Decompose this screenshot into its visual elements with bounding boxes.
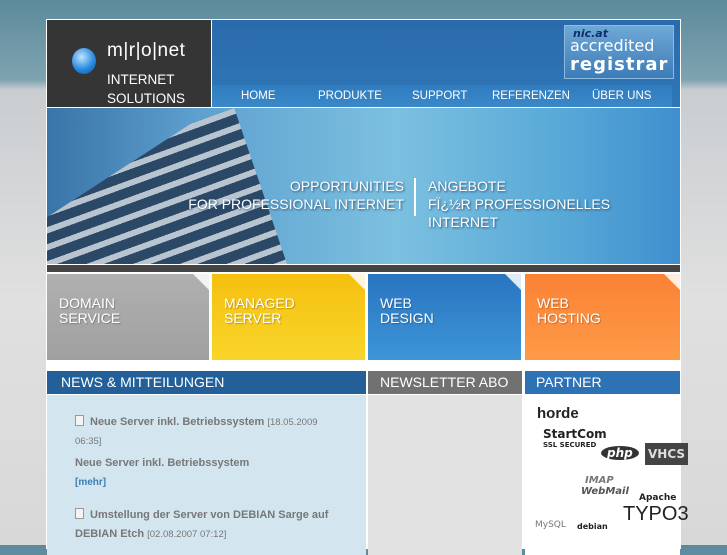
news-item: Neue Server inkl. Betriebssystem [18.05.… xyxy=(75,413,338,451)
nav-support[interactable]: SUPPORT xyxy=(412,85,467,107)
tagline-line2: SOLUTIONS xyxy=(107,91,186,106)
banner-de-line2: FÏ¿½R PROFESSIONELLES INTERNET xyxy=(428,196,611,230)
partner-header: PARTNER xyxy=(525,371,680,394)
banner-en-line1: OPPORTUNITIES xyxy=(289,178,404,194)
banner-de-line1: ANGEBOTE xyxy=(428,178,506,194)
hero-banner: OPPORTUNITIES FOR PROFESSIONAL INTERNET A… xyxy=(47,108,680,264)
news-date: [02.08.2007 07:12] xyxy=(147,529,227,540)
typo3-logo[interactable]: TYPO3 xyxy=(623,503,689,526)
service-managed-server[interactable]: MANAGED SERVER xyxy=(212,274,365,360)
php-logo[interactable]: php xyxy=(601,446,639,460)
news-item: Umstellung der Server von DEBIAN Sarge a… xyxy=(75,506,338,544)
banner-divider xyxy=(414,178,416,216)
imap-logo[interactable]: IMAP xyxy=(585,475,614,486)
service-label: SERVICE xyxy=(59,310,121,326)
document-icon xyxy=(75,415,84,426)
service-label: HOSTING xyxy=(537,310,601,326)
apache-logo[interactable]: Apache xyxy=(639,493,676,503)
badge-line1: accredited xyxy=(570,36,655,55)
globe-icon xyxy=(72,48,96,74)
service-label: SERVER xyxy=(224,310,282,326)
divider-bar xyxy=(47,265,680,272)
service-label: MANAGED xyxy=(224,295,295,311)
vhcs-logo[interactable]: VHCS xyxy=(645,443,689,465)
brand-name: m|r|o|net xyxy=(107,40,186,61)
service-web-design[interactable]: WEB DESIGN xyxy=(368,274,521,360)
service-label: WEB xyxy=(537,295,569,311)
startcom-logo[interactable]: StartCom xyxy=(543,427,607,441)
mysql-logo[interactable]: MySQL xyxy=(535,520,566,530)
service-label: DESIGN xyxy=(380,310,434,326)
service-domain[interactable]: DOMAIN SERVICE xyxy=(47,274,209,360)
page-container: m|r|o|net INTERNET SOLUTIONS nic.at accre… xyxy=(46,19,689,555)
document-icon xyxy=(75,508,84,519)
tagline-line1: INTERNET xyxy=(107,72,175,87)
debian-logo[interactable]: debian xyxy=(577,522,608,531)
news-more-link[interactable]: [mehr] xyxy=(75,477,106,488)
logo[interactable]: m|r|o|net INTERNET SOLUTIONS xyxy=(47,20,211,107)
nic-accredited-registrar-badge[interactable]: nic.at accredited registrar xyxy=(564,25,674,79)
nav-ueber-uns[interactable]: ÜBER UNS xyxy=(592,85,651,107)
service-label: DOMAIN xyxy=(59,295,115,311)
partner-logos: horde StartCom SSL SECURED php VHCS IMAP… xyxy=(525,395,689,555)
newsletter-header: NEWSLETTER ABO xyxy=(368,371,522,394)
banner-english: OPPORTUNITIES FOR PROFESSIONAL INTERNET xyxy=(188,177,404,213)
main-menu: HOME PRODUKTE SUPPORT REFERENZEN ÜBER UN… xyxy=(212,85,672,107)
tagline: INTERNET SOLUTIONS xyxy=(107,70,185,108)
ssl-secured-label: SSL SECURED xyxy=(543,441,597,449)
news-list: Neue Server inkl. Betriebssystem [18.05.… xyxy=(47,395,366,555)
badge-line2: registrar xyxy=(570,54,669,75)
newsletter-panel xyxy=(368,395,522,555)
horde-logo[interactable]: horde xyxy=(537,405,579,422)
news-title[interactable]: Neue Server inkl. Betriebssystem xyxy=(90,416,264,428)
nav-referenzen[interactable]: REFERENZEN xyxy=(492,85,570,107)
service-web-hosting[interactable]: WEB HOSTING xyxy=(525,274,680,360)
nav-produkte[interactable]: PRODUKTE xyxy=(318,85,382,107)
news-header: NEWS & MITTEILUNGEN xyxy=(47,371,366,394)
banner-german: ANGEBOTE FÏ¿½R PROFESSIONELLES INTERNET xyxy=(428,177,680,231)
banner-en-line2: FOR PROFESSIONAL INTERNET xyxy=(188,196,404,212)
service-label: WEB xyxy=(380,295,412,311)
webmail-logo[interactable]: WebMail xyxy=(581,486,629,497)
news-teaser: Neue Server inkl. Betriebssystem xyxy=(75,457,250,469)
header-nav: nic.at accredited registrar HOME PRODUKT… xyxy=(212,20,680,107)
nav-home[interactable]: HOME xyxy=(241,85,276,107)
